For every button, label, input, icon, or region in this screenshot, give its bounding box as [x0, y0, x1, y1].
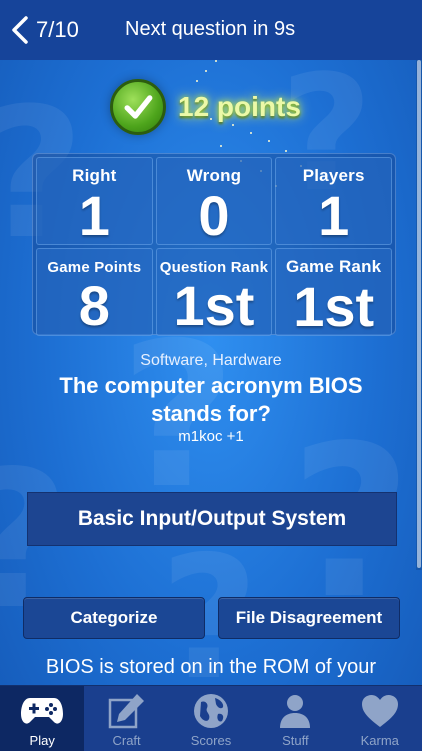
tab-label: Play	[29, 733, 55, 748]
gamepad-icon	[20, 691, 64, 731]
stats-grid: Right 1 Wrong 0 Players 1 Game Points 8 …	[32, 153, 396, 337]
stat-label: Players	[302, 166, 365, 185]
stat-value: 8	[78, 274, 110, 337]
stat-wrong: Wrong 0	[155, 157, 273, 247]
pencil-icon	[105, 691, 149, 731]
stat-label: Wrong	[186, 166, 242, 185]
file-disagreement-button[interactable]: File Disagreement	[218, 597, 400, 639]
next-question-timer: Next question in 9s	[125, 18, 296, 40]
stat-value: 0	[198, 184, 230, 247]
stat-value: 1	[318, 184, 350, 247]
tab-karma[interactable]: Karma	[338, 686, 422, 751]
points-earned: 12 points	[178, 91, 301, 122]
stat-right: Right 1	[36, 157, 153, 245]
tab-label: Scores	[190, 733, 232, 748]
stat-game-points: Game Points 8	[36, 248, 153, 336]
tab-bar: Play Craft Scores Stuff Karma	[0, 685, 422, 751]
globe-icon	[189, 691, 233, 731]
stat-value: 1st	[173, 274, 255, 337]
tab-stuff[interactable]: Stuff	[253, 686, 337, 751]
question-author[interactable]: m1koc +1	[0, 428, 422, 445]
question-text: The computer acronym BIOS stands for?	[59, 373, 363, 426]
heart-icon	[358, 691, 402, 731]
stat-game-rank: Game Rank 1st	[275, 248, 392, 336]
tab-label: Stuff	[282, 733, 309, 748]
top-bar: 7/10 Next question in 9s	[0, 0, 422, 60]
person-icon	[273, 691, 317, 731]
tab-play[interactable]: Play	[0, 686, 85, 751]
stat-question-rank: Question Rank 1st	[155, 248, 273, 337]
stat-players: Players 1	[275, 157, 392, 245]
question-category: Software, Hardware	[140, 352, 282, 369]
answer-explanation: BIOS is stored on in the ROM of your	[45, 656, 377, 678]
tab-scores[interactable]: Scores	[169, 686, 253, 751]
stat-value: 1	[78, 184, 110, 247]
chevron-left-icon	[12, 16, 28, 44]
tab-craft[interactable]: Craft	[85, 686, 169, 751]
stat-value: 1st	[293, 275, 375, 338]
tab-label: Craft	[112, 733, 141, 748]
points-award: 12 points	[110, 76, 340, 138]
categorize-button[interactable]: Categorize	[23, 597, 205, 639]
question-counter: 7/10	[36, 17, 79, 42]
tab-label: Karma	[360, 733, 399, 748]
scrollbar-thumb[interactable]	[417, 60, 421, 568]
correct-answer[interactable]: Basic Input/Output System	[27, 492, 397, 546]
stat-label: Right	[72, 166, 117, 185]
back-button[interactable]: 7/10	[10, 12, 90, 48]
stat-label: Game Rank	[285, 257, 382, 276]
checkmark-icon	[110, 79, 166, 135]
